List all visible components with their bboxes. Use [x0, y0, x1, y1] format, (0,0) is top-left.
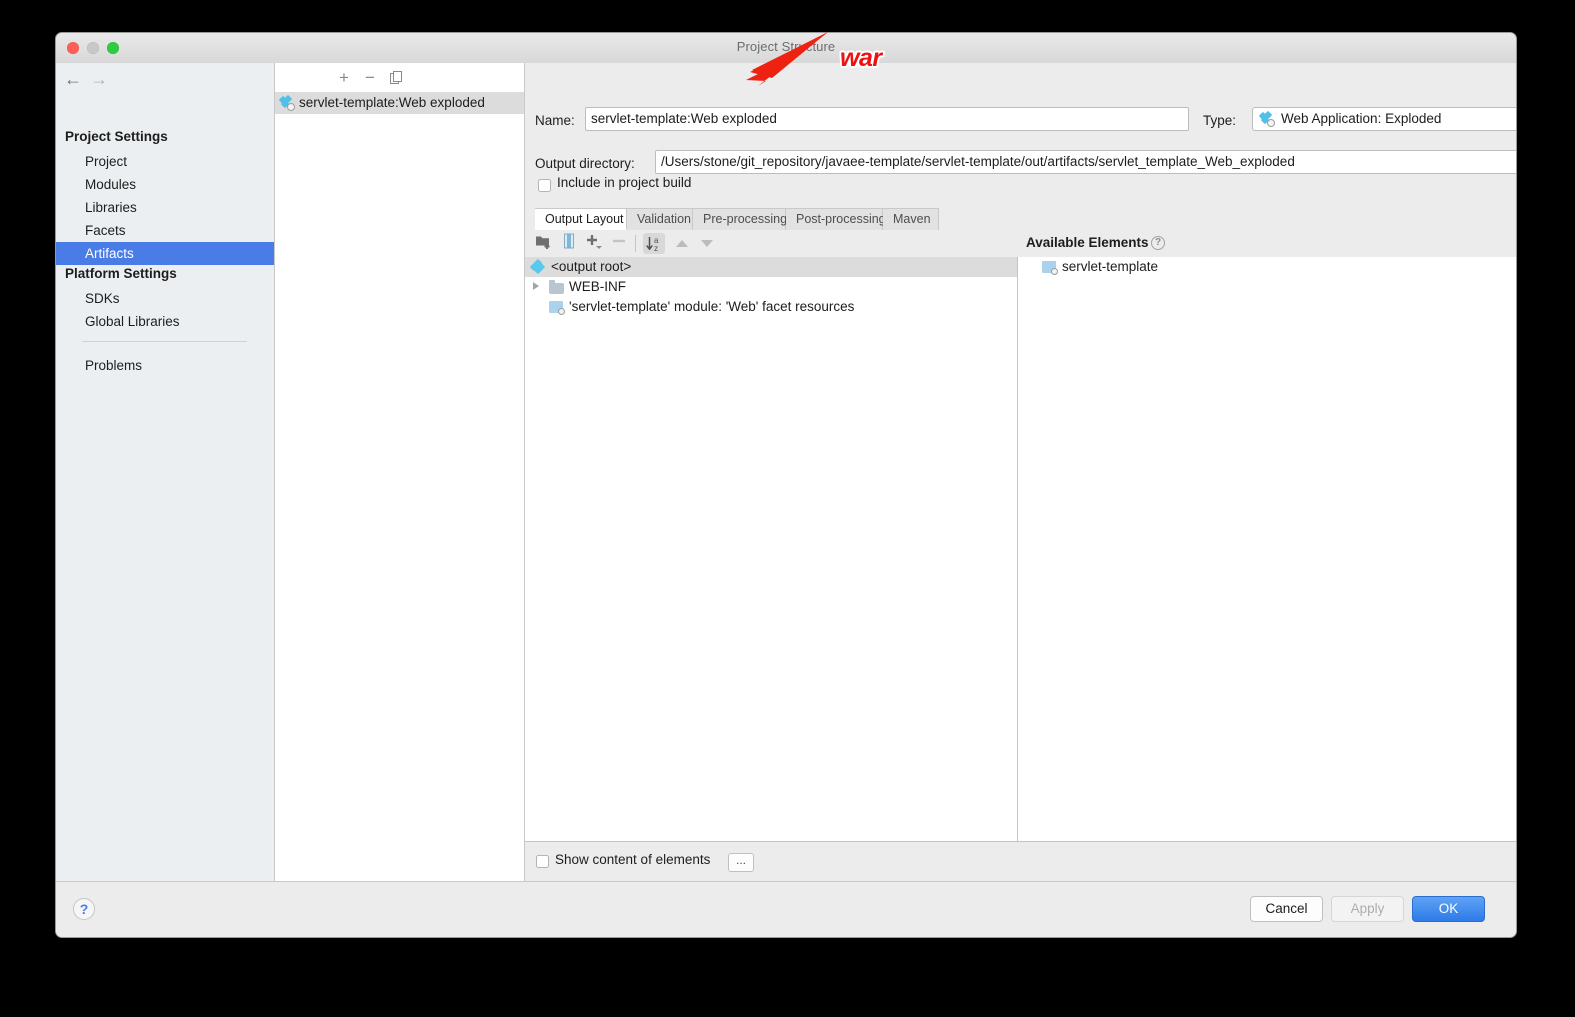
svg-text:z: z — [654, 244, 658, 253]
tab-pre-processing[interactable]: Pre-processing — [693, 208, 787, 230]
artifact-name-input[interactable]: servlet-template:Web exploded — [585, 107, 1189, 131]
help-button[interactable]: ? — [73, 898, 95, 920]
forward-arrow-icon[interactable]: → — [90, 70, 108, 88]
detail-bottom-bar: Show content of elements ... — [525, 841, 1516, 882]
output-directory-input[interactable]: /Users/stone/git_repository/javaee-templ… — [655, 150, 1516, 174]
chevron-right-icon[interactable] — [533, 282, 539, 290]
artifact-type-select[interactable]: Web Application: Exploded ▲▼ — [1252, 107, 1516, 131]
move-down-icon — [701, 240, 713, 247]
output-layout-tree: <output root> WEB-INF 'servlet-template'… — [525, 257, 1018, 842]
sort-alphabetically-button[interactable]: a z — [643, 233, 665, 254]
settings-sidebar: ← → Project Settings Project Modules Lib… — [56, 63, 275, 882]
cancel-button[interactable]: Cancel — [1250, 896, 1323, 922]
window-body: ← → Project Settings Project Modules Lib… — [56, 63, 1516, 882]
create-directory-icon — [536, 236, 550, 249]
tree-row-label: <output root> — [551, 259, 632, 274]
window-titlebar: Project Structure — [56, 33, 1516, 64]
tree-row[interactable]: WEB-INF — [525, 277, 1017, 297]
sidebar-item-global-libraries[interactable]: Global Libraries — [56, 310, 274, 333]
add-copy-of-button[interactable] — [583, 233, 605, 254]
tab-validation[interactable]: Validation — [627, 208, 693, 230]
sidebar-item-modules[interactable]: Modules — [56, 173, 274, 196]
tab-post-processing[interactable]: Post-processing — [786, 208, 886, 230]
tab-output-layout[interactable]: Output Layout — [535, 208, 627, 230]
remove-element-button — [608, 233, 630, 254]
list-item[interactable]: servlet-template — [1018, 257, 1516, 277]
name-label: Name: — [535, 113, 575, 128]
show-content-options-button[interactable]: ... — [728, 853, 754, 872]
apply-button: Apply — [1331, 896, 1404, 922]
sidebar-group-project-settings: Project Settings — [65, 129, 168, 144]
add-copy-of-icon — [587, 235, 602, 249]
output-root-icon — [529, 258, 546, 275]
help-icon[interactable]: ? — [1151, 236, 1165, 250]
web-application-icon — [1258, 110, 1275, 127]
move-up-icon — [676, 240, 688, 247]
show-content-checkbox[interactable] — [536, 855, 549, 868]
tree-row[interactable]: 'servlet-template' module: 'Web' facet r… — [525, 297, 1017, 317]
tree-row-label: WEB-INF — [569, 279, 626, 294]
list-item[interactable]: servlet-template:Web exploded — [275, 92, 524, 114]
create-archive-icon — [563, 233, 574, 249]
sidebar-item-artifacts[interactable]: Artifacts — [56, 242, 274, 265]
include-in-build-checkbox[interactable] — [538, 179, 551, 192]
output-directory-label: Output directory: — [535, 156, 635, 171]
artifact-icon — [278, 94, 295, 111]
create-archive-button[interactable] — [558, 233, 580, 254]
create-directory-button[interactable] — [533, 233, 555, 254]
module-icon — [1042, 261, 1058, 275]
sidebar-item-sdks[interactable]: SDKs — [56, 287, 274, 310]
remove-artifact-button[interactable]: − — [360, 68, 380, 88]
sidebar-item-problems[interactable]: Problems — [56, 354, 274, 377]
ok-button[interactable]: OK — [1412, 896, 1485, 922]
sidebar-item-facets[interactable]: Facets — [56, 219, 274, 242]
available-elements-pane: Available Elements ? servlet-template — [1018, 235, 1516, 842]
remove-icon — [613, 239, 625, 243]
add-artifact-button[interactable]: + — [334, 68, 354, 88]
sidebar-item-libraries[interactable]: Libraries — [56, 196, 274, 219]
project-structure-window: Project Structure ← → Project Settings P… — [56, 33, 1516, 937]
sidebar-nav-row: ← → — [56, 63, 274, 94]
available-element-label: servlet-template — [1062, 259, 1159, 274]
toolbar-divider — [635, 235, 636, 252]
artifact-detail-pane: Name: servlet-template:Web exploded Type… — [525, 63, 1516, 882]
artifact-item-label: servlet-template:Web exploded — [299, 95, 485, 110]
artifact-list-column: + − servlet-template:Web exploded — [275, 63, 525, 882]
tab-maven[interactable]: Maven — [883, 208, 939, 230]
move-down-button — [696, 233, 718, 254]
move-up-button — [671, 233, 693, 254]
artifact-type-value: Web Application: Exploded — [1281, 111, 1442, 126]
tree-row[interactable]: <output root> — [525, 257, 1017, 277]
available-elements-title: Available Elements — [1026, 235, 1149, 250]
tree-row-label: 'servlet-template' module: 'Web' facet r… — [569, 299, 855, 314]
screenshot-root: Project Structure ← → Project Settings P… — [0, 0, 1575, 1017]
back-arrow-icon[interactable]: ← — [64, 70, 82, 88]
window-title: Project Structure — [736, 39, 836, 54]
sidebar-group-platform-settings: Platform Settings — [65, 266, 177, 281]
show-content-label: Show content of elements — [555, 852, 711, 867]
copy-icon — [389, 71, 402, 84]
folder-icon — [549, 280, 564, 294]
sidebar-item-project[interactable]: Project — [56, 150, 274, 173]
type-label: Type: — [1203, 113, 1237, 128]
module-facet-icon — [549, 301, 565, 315]
include-in-build-label: Include in project build — [557, 175, 692, 190]
dialog-footer: ? Cancel Apply OK — [56, 881, 1516, 937]
annotation-war-label: war — [840, 44, 882, 72]
available-elements-header: Available Elements ? — [1018, 230, 1165, 256]
detail-tabbar: Output Layout Validation Pre-processing … — [525, 208, 1516, 231]
artifact-list-toolbar: + − — [275, 63, 524, 92]
copy-artifact-button[interactable] — [386, 68, 406, 88]
sort-alphabetically-icon: a z — [646, 236, 659, 253]
sidebar-divider — [82, 341, 247, 342]
